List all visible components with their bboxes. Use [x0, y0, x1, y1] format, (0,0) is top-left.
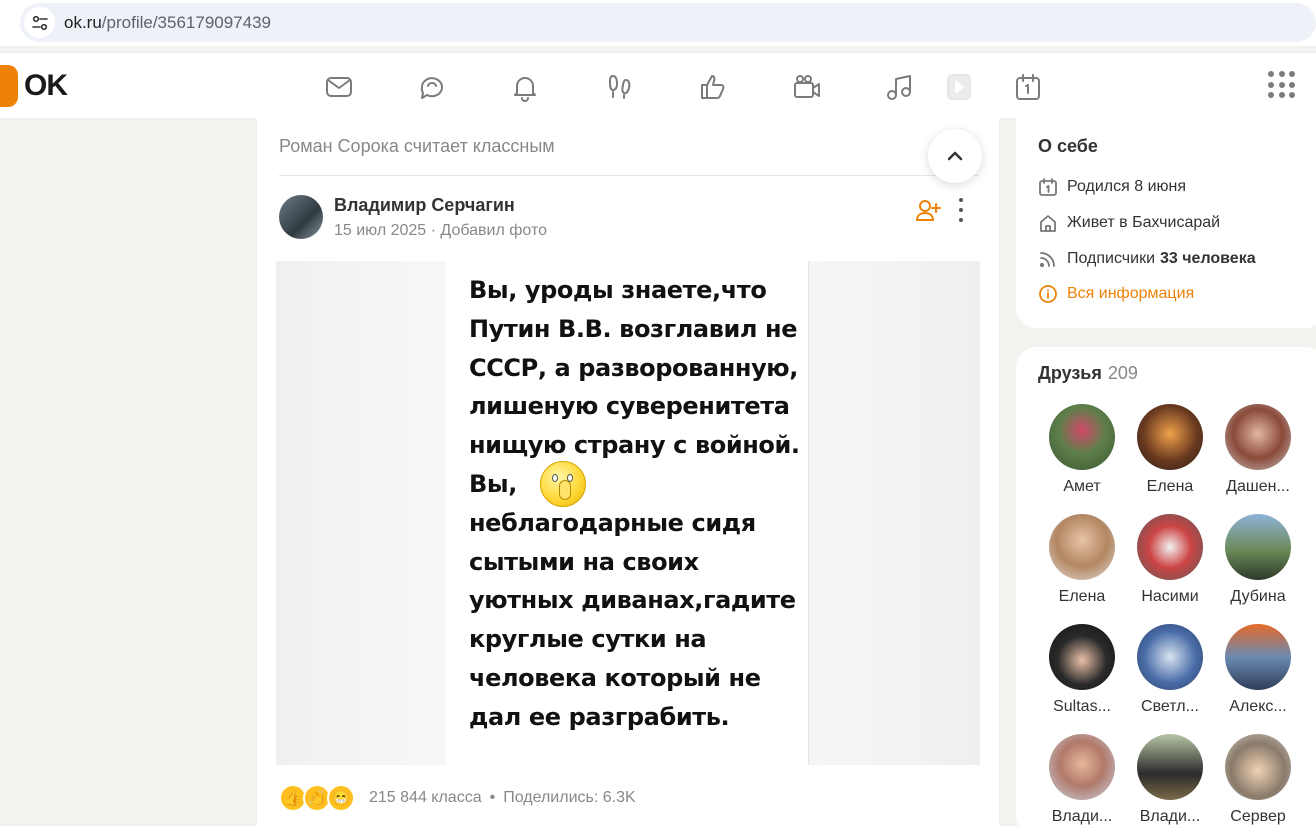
messages-icon[interactable]	[319, 67, 359, 107]
friend-item[interactable]: Насими	[1126, 514, 1214, 606]
friend-avatar	[1049, 734, 1115, 800]
author-avatar[interactable]	[279, 195, 323, 239]
subscribers-row[interactable]: Подписчики 33 человека	[1038, 249, 1256, 269]
friend-item[interactable]: Влади...	[1126, 734, 1214, 826]
friend-avatar	[1225, 734, 1291, 800]
friend-item[interactable]: Дубина	[1214, 514, 1302, 606]
notifications-icon[interactable]	[505, 67, 545, 107]
add-friend-icon[interactable]	[915, 198, 941, 222]
birthday-row: Родился 8 июня	[1038, 177, 1186, 197]
friend-avatar	[1225, 624, 1291, 690]
ok-logo-text: OK	[24, 69, 68, 102]
browser-toolbar: ok.ru/profile/356179097439	[0, 0, 1316, 46]
rss-icon	[1039, 252, 1055, 268]
post-image-text: Вы, уроды знаете,что Путин В.В. возглави…	[469, 276, 800, 731]
site-settings-icon[interactable]	[24, 7, 55, 38]
site-header: OK	[0, 52, 1316, 118]
reaction-stats: 215 844 класса • Поделились: 6.3K	[369, 789, 636, 806]
divider	[279, 175, 979, 176]
play-icon[interactable]	[937, 67, 977, 107]
likes-count[interactable]: 215 844 класса	[369, 789, 482, 806]
friend-avatar	[1049, 404, 1115, 470]
friend-item[interactable]: Елена	[1038, 514, 1126, 606]
marks-icon[interactable]	[693, 67, 733, 107]
apps-grid-icon[interactable]	[1268, 71, 1296, 99]
friend-item[interactable]: Светл...	[1126, 624, 1214, 716]
friend-avatar	[1137, 404, 1203, 470]
location-row: Живет в Бахчисарай	[1038, 213, 1220, 233]
friend-avatar	[1137, 514, 1203, 580]
more-options-icon[interactable]	[957, 198, 965, 222]
friend-item[interactable]: Sultas...	[1038, 624, 1126, 716]
friend-item[interactable]: Дашен...	[1214, 404, 1302, 496]
ok-logo-mark	[0, 65, 18, 107]
url-text: ok.ru/profile/356179097439	[64, 13, 271, 32]
author-name[interactable]: Владимир Серчагин	[334, 195, 515, 216]
friend-avatar	[1225, 514, 1291, 580]
home-icon	[1040, 215, 1056, 232]
chevron-up-icon	[947, 151, 963, 161]
friend-item[interactable]: Сервер	[1214, 734, 1302, 826]
thinking-emoji-icon	[540, 461, 586, 507]
post-meta: 15 июл 2025 · Добавил фото	[334, 222, 548, 239]
friend-avatar	[1137, 624, 1203, 690]
video-icon[interactable]	[787, 67, 827, 107]
friend-item[interactable]: Елена	[1126, 404, 1214, 496]
friend-item[interactable]: Алекс...	[1214, 624, 1302, 716]
calendar-icon[interactable]	[1008, 67, 1048, 107]
laugh-reaction-icon: 😁	[327, 784, 355, 812]
friends-card: Друзья 209 Амет Елена Дашен... Елена Наси…	[1016, 347, 1316, 826]
all-info-link[interactable]: Вся информация	[1038, 284, 1194, 304]
feed-post-card: Роман Сорока считает классным Владимир С…	[257, 118, 999, 826]
guests-icon[interactable]	[600, 67, 640, 107]
scroll-up-button[interactable]	[928, 129, 982, 183]
friend-item[interactable]: Влади...	[1038, 734, 1126, 826]
ok-logo[interactable]: OK	[0, 65, 68, 107]
friend-avatar	[1225, 404, 1291, 470]
reactions-bar[interactable]: 👍 👏 😁 215 844 класса • Поделились: 6.3K	[279, 784, 636, 812]
post-image-content: Вы, уроды знаете,что Путин В.В. возглави…	[446, 261, 809, 765]
discussions-icon[interactable]	[412, 67, 452, 107]
shares-count[interactable]: Поделились: 6.3K	[503, 789, 635, 806]
about-title: О себе	[1038, 136, 1098, 156]
about-card: О себе Родился 8 июня Живет в Бахчисарай…	[1016, 118, 1316, 328]
friend-avatar	[1049, 514, 1115, 580]
music-icon[interactable]	[880, 67, 920, 107]
friends-title[interactable]: Друзья 209	[1038, 363, 1138, 384]
friend-item[interactable]: Амет	[1038, 404, 1126, 496]
calendar-icon	[1039, 178, 1057, 196]
liked-by-text: Роман Сорока считает классным	[279, 136, 555, 156]
friend-avatar	[1137, 734, 1203, 800]
post-image[interactable]: Вы, уроды знаете,что Путин В.В. возглави…	[276, 261, 980, 765]
friend-avatar	[1049, 624, 1115, 690]
info-icon	[1039, 285, 1057, 303]
address-bar[interactable]: ok.ru/profile/356179097439	[20, 3, 1316, 42]
